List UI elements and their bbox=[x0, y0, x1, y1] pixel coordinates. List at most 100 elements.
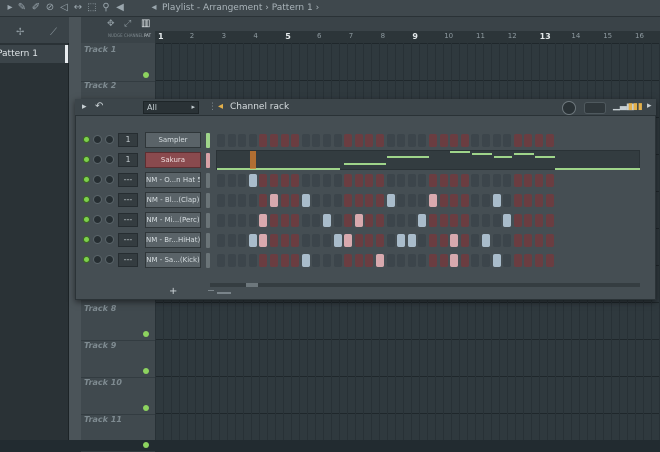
step-button[interactable] bbox=[492, 194, 501, 207]
step-button[interactable] bbox=[460, 134, 469, 147]
step-button[interactable] bbox=[535, 254, 543, 267]
step-button[interactable] bbox=[270, 134, 278, 147]
channel-enable-led[interactable] bbox=[83, 236, 90, 243]
step-button[interactable] bbox=[439, 174, 448, 187]
step-button[interactable] bbox=[333, 234, 342, 247]
step-button[interactable] bbox=[323, 134, 331, 147]
step-button[interactable] bbox=[492, 254, 501, 267]
step-button[interactable] bbox=[312, 234, 321, 247]
step-button[interactable] bbox=[418, 194, 427, 207]
step-button[interactable] bbox=[524, 134, 533, 147]
step-button[interactable] bbox=[482, 214, 490, 227]
channel-pan-knob[interactable] bbox=[105, 155, 114, 164]
step-button[interactable] bbox=[418, 214, 427, 227]
step-button[interactable] bbox=[503, 194, 512, 207]
channel-volume-knob[interactable] bbox=[93, 215, 102, 224]
step-button[interactable] bbox=[301, 174, 310, 187]
step-button[interactable] bbox=[259, 134, 268, 147]
step-button[interactable] bbox=[217, 254, 225, 267]
step-button[interactable] bbox=[376, 174, 384, 187]
step-button[interactable] bbox=[344, 194, 353, 207]
step-button[interactable] bbox=[386, 174, 395, 187]
track-label[interactable]: Track 10 bbox=[84, 378, 122, 387]
step-button[interactable] bbox=[429, 134, 437, 147]
zoom-icon[interactable]: ⚲ bbox=[100, 2, 112, 14]
mixer-track-number[interactable]: --- bbox=[118, 253, 138, 267]
step-button[interactable] bbox=[291, 234, 300, 247]
step-button[interactable] bbox=[450, 254, 459, 267]
step-button[interactable] bbox=[524, 194, 533, 207]
channel-name-button[interactable]: NM - Br...HiHat) bbox=[145, 232, 201, 248]
step-button[interactable] bbox=[280, 134, 289, 147]
step-button[interactable] bbox=[450, 214, 459, 227]
channel-volume-knob[interactable] bbox=[93, 255, 102, 264]
step-button[interactable] bbox=[365, 134, 374, 147]
step-button[interactable] bbox=[545, 234, 554, 247]
step-button[interactable] bbox=[323, 214, 331, 227]
channel-name-button[interactable]: NM - Mi...(Perc) bbox=[145, 212, 201, 228]
timeline-ruler[interactable] bbox=[155, 31, 660, 43]
step-button[interactable] bbox=[397, 194, 406, 207]
step-button[interactable] bbox=[227, 254, 236, 267]
channel-enable-led[interactable] bbox=[83, 216, 90, 223]
browser-panel[interactable] bbox=[0, 43, 69, 440]
step-button[interactable] bbox=[513, 214, 522, 227]
step-button[interactable] bbox=[503, 254, 512, 267]
step-button[interactable] bbox=[492, 214, 501, 227]
swing-knob[interactable] bbox=[562, 101, 576, 115]
step-button[interactable] bbox=[259, 234, 268, 247]
step-button[interactable] bbox=[492, 234, 501, 247]
step-button[interactable] bbox=[301, 194, 310, 207]
channel-volume-knob[interactable] bbox=[93, 235, 102, 244]
channel-name-button[interactable]: Sampler bbox=[145, 132, 201, 148]
step-button[interactable] bbox=[333, 254, 342, 267]
step-button[interactable] bbox=[418, 174, 427, 187]
step-button[interactable] bbox=[291, 214, 300, 227]
step-button[interactable] bbox=[397, 174, 406, 187]
step-button[interactable] bbox=[407, 134, 416, 147]
channel-pan-knob[interactable] bbox=[105, 195, 114, 204]
channel-select-indicator[interactable] bbox=[206, 173, 210, 188]
step-button[interactable] bbox=[386, 214, 395, 227]
step-button[interactable] bbox=[471, 174, 480, 187]
rack-menu-icon[interactable]: ▸ bbox=[82, 102, 87, 112]
step-button[interactable] bbox=[460, 254, 469, 267]
step-button[interactable] bbox=[333, 174, 342, 187]
step-button[interactable] bbox=[418, 234, 427, 247]
step-button[interactable] bbox=[439, 254, 448, 267]
mixer-track-number[interactable]: --- bbox=[118, 233, 138, 247]
step-button[interactable] bbox=[259, 214, 268, 227]
pencil-icon[interactable]: ✎ bbox=[16, 2, 28, 14]
group-filter-select[interactable]: All ▸ bbox=[143, 101, 199, 114]
step-button[interactable] bbox=[270, 174, 278, 187]
step-button[interactable] bbox=[513, 254, 522, 267]
step-button[interactable] bbox=[259, 174, 268, 187]
step-button[interactable] bbox=[323, 194, 331, 207]
step-button[interactable] bbox=[217, 214, 225, 227]
step-button[interactable] bbox=[513, 234, 522, 247]
step-button[interactable] bbox=[217, 134, 225, 147]
step-button[interactable] bbox=[407, 194, 416, 207]
channel-name-button[interactable]: Sakura bbox=[145, 152, 201, 168]
step-button[interactable] bbox=[524, 234, 533, 247]
step-button[interactable] bbox=[460, 214, 469, 227]
step-button[interactable] bbox=[386, 194, 395, 207]
step-button[interactable] bbox=[545, 214, 554, 227]
step-button[interactable] bbox=[439, 214, 448, 227]
mixer-track-number[interactable]: --- bbox=[118, 173, 138, 187]
pattern-icon[interactable]: ▥ bbox=[141, 18, 150, 29]
step-button[interactable] bbox=[291, 174, 300, 187]
step-button[interactable] bbox=[407, 174, 416, 187]
step-button[interactable] bbox=[376, 254, 384, 267]
track-mute-led[interactable] bbox=[143, 442, 149, 448]
step-button[interactable] bbox=[248, 234, 257, 247]
track-label[interactable]: Track 11 bbox=[84, 415, 122, 424]
channel-select-indicator[interactable] bbox=[206, 213, 210, 228]
step-button[interactable] bbox=[471, 214, 480, 227]
step-button[interactable] bbox=[397, 234, 406, 247]
channel-name-button[interactable]: NM - Bl...(Clap) bbox=[145, 192, 201, 208]
step-button[interactable] bbox=[238, 194, 247, 207]
step-button[interactable] bbox=[354, 194, 363, 207]
rack-scrollbar[interactable] bbox=[210, 283, 640, 287]
step-button[interactable] bbox=[386, 234, 395, 247]
